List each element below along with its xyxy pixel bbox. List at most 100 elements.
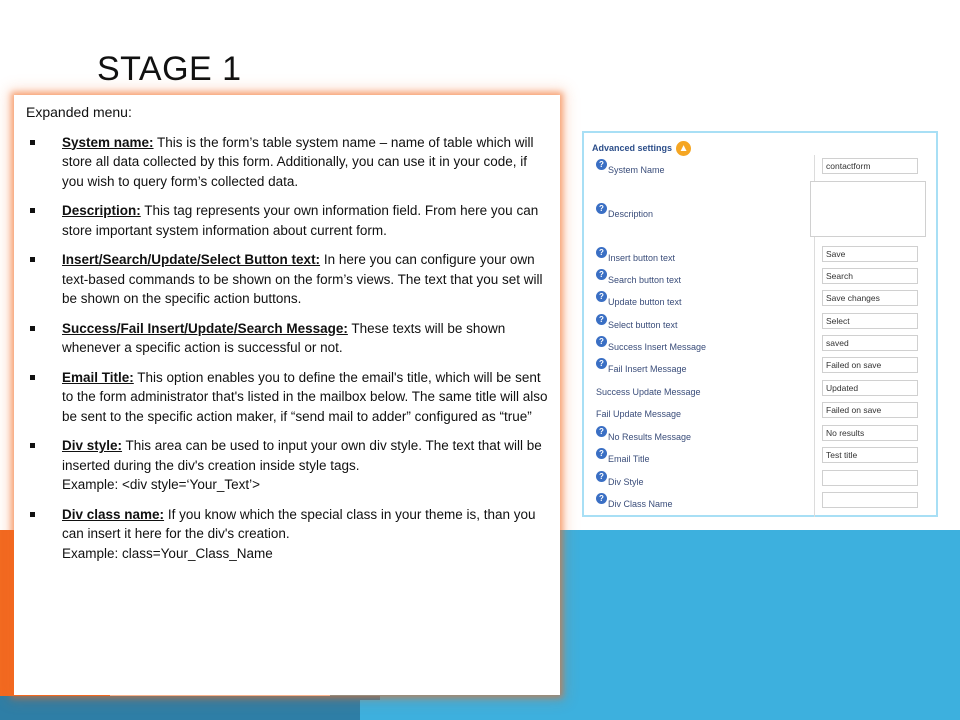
setting-label: ? Email Title xyxy=(596,448,650,464)
setting-label-text: Update button text xyxy=(608,297,682,307)
item-term: Insert/Search/Update/Select Button text: xyxy=(62,252,321,267)
item-term: Email Title: xyxy=(62,369,134,385)
help-icon[interactable]: ? xyxy=(596,471,607,482)
insert-button-text-input[interactable] xyxy=(822,246,918,262)
setting-row-email-title: ? Email Title xyxy=(596,446,926,466)
help-icon[interactable]: ? xyxy=(596,426,607,437)
setting-label-text: Fail Update Message xyxy=(596,409,682,419)
system-name-input[interactable] xyxy=(822,158,918,174)
description-list: System name: This is the form’s table sy… xyxy=(26,133,550,564)
square-bullet-icon xyxy=(30,443,35,448)
div-class-name-input[interactable] xyxy=(822,492,918,508)
fail-update-message-input[interactable] xyxy=(822,402,918,418)
description-item-system-name: System name: This is the form’s table sy… xyxy=(26,133,550,192)
setting-row-div-style: ? Div Style xyxy=(596,469,926,489)
setting-label: ? System Name xyxy=(596,159,665,175)
help-icon[interactable]: ? xyxy=(596,336,607,347)
description-item-div-class: Div class name: If you know which the sp… xyxy=(26,505,550,564)
setting-label: ? Div Class Name xyxy=(596,493,673,509)
setting-label-text: Div Style xyxy=(608,477,644,487)
description-item-button-text: Insert/Search/Update/Select Button text:… xyxy=(26,250,550,309)
help-icon[interactable]: ? xyxy=(596,269,607,280)
item-example: Example: <div style=‘Your_Text’> xyxy=(62,477,260,492)
help-icon[interactable]: ? xyxy=(596,159,607,170)
setting-label: ? Insert button text xyxy=(596,247,676,263)
item-term: Success/Fail Insert/Update/Search Messag… xyxy=(62,320,348,336)
setting-label: ? Search button text xyxy=(596,269,682,285)
description-heading: Expanded menu: xyxy=(26,104,132,120)
help-icon[interactable]: ? xyxy=(596,291,607,302)
item-term: System name: xyxy=(62,134,154,150)
setting-label-text: Success Update Message xyxy=(596,387,701,397)
setting-label: ? Fail Insert Message xyxy=(596,358,687,374)
email-title-input[interactable] xyxy=(822,447,918,463)
square-bullet-icon xyxy=(30,257,35,262)
description-item-description: Description: This tag represents your ow… xyxy=(26,201,550,240)
help-icon[interactable]: ? xyxy=(596,203,607,214)
dark-blue-accent-band xyxy=(0,696,380,720)
setting-row-fail-update: Fail Update Message xyxy=(596,401,926,421)
advanced-settings-title: Advanced settings xyxy=(592,143,673,153)
advanced-settings-panel: Advanced settings ▲ ?System Name ?Descri… xyxy=(582,131,938,517)
no-results-message-input[interactable] xyxy=(822,425,918,441)
setting-row-no-results: ? No Results Message xyxy=(596,424,926,444)
item-text: This option enables you to define the em… xyxy=(62,369,548,424)
setting-label: ? Update button text xyxy=(596,291,682,307)
setting-row-select-button: ? Select button text xyxy=(596,312,926,332)
setting-label-text: Success Insert Message xyxy=(608,342,707,352)
help-icon[interactable]: ? xyxy=(596,247,607,258)
square-bullet-icon xyxy=(30,511,35,517)
item-term: Description: xyxy=(62,203,141,218)
setting-label-text: System Name xyxy=(608,165,665,175)
fail-insert-message-input[interactable] xyxy=(822,357,918,373)
item-term: Div class name: xyxy=(62,506,165,522)
update-button-text-input[interactable] xyxy=(822,290,918,306)
description-textbox: Expanded menu: System name: This is the … xyxy=(14,95,560,695)
square-bullet-icon xyxy=(30,139,35,145)
success-insert-message-input[interactable] xyxy=(822,335,918,351)
setting-label: ? No Results Message xyxy=(596,426,692,442)
setting-label-text: Insert button text xyxy=(608,253,676,263)
setting-label-text: Select button text xyxy=(608,320,678,330)
description-item-messages: Success/Fail Insert/Update/Search Messag… xyxy=(26,319,550,358)
setting-label-text: No Results Message xyxy=(608,432,692,442)
setting-label: ? Select button text xyxy=(596,314,678,330)
description-item-div-style: Div style: This area can be used to inpu… xyxy=(26,436,550,495)
setting-row-update-button: ? Update button text xyxy=(596,289,926,309)
description-item-email-title: Email Title: This option enables you to … xyxy=(26,368,550,427)
setting-row-insert-button: ? Insert button text xyxy=(596,245,926,265)
blue-accent-band-bottom xyxy=(360,700,960,720)
setting-label: ? Div Style xyxy=(596,471,644,487)
setting-label-text: Search button text xyxy=(608,275,682,285)
setting-row-div-class: ? Div Class Name xyxy=(596,491,926,511)
search-button-text-input[interactable] xyxy=(822,268,918,284)
setting-label-text: Fail Insert Message xyxy=(608,364,687,374)
setting-label: ? Success Insert Message xyxy=(596,336,707,352)
setting-label-text: Email Title xyxy=(608,454,650,464)
select-button-text-input[interactable] xyxy=(822,313,918,329)
item-term: Div style: xyxy=(62,438,123,453)
setting-row-success-update: Success Update Message xyxy=(596,379,926,399)
square-bullet-icon xyxy=(30,208,35,213)
advanced-settings-header: Advanced settings ▲ xyxy=(592,139,692,157)
setting-row-search-button: ? Search button text xyxy=(596,267,926,287)
setting-label: Fail Update Message xyxy=(596,409,681,419)
square-bullet-icon xyxy=(30,325,35,331)
help-icon[interactable]: ? xyxy=(596,493,607,504)
item-text: This area can be used to input your own … xyxy=(62,438,542,473)
up-arrow-icon[interactable]: ▲ xyxy=(676,140,692,156)
success-update-message-input[interactable] xyxy=(822,380,918,396)
square-bullet-icon xyxy=(30,374,35,380)
setting-row-system-name: ? System Name xyxy=(596,157,926,177)
help-icon[interactable]: ? xyxy=(596,448,607,459)
item-example: Example: class=Your_Class_Name xyxy=(62,545,273,561)
setting-label: ? Description xyxy=(596,203,653,219)
description-textarea[interactable] xyxy=(810,181,926,237)
help-icon[interactable]: ? xyxy=(596,314,607,325)
help-icon[interactable]: ? xyxy=(596,358,607,369)
slide-title: STAGE 1 xyxy=(97,50,242,88)
div-style-input[interactable] xyxy=(822,470,918,486)
setting-label-text: Div Class Name xyxy=(608,499,673,509)
setting-label: Success Update Message xyxy=(596,387,701,397)
setting-row-success-insert: ? Success Insert Message xyxy=(596,334,926,354)
